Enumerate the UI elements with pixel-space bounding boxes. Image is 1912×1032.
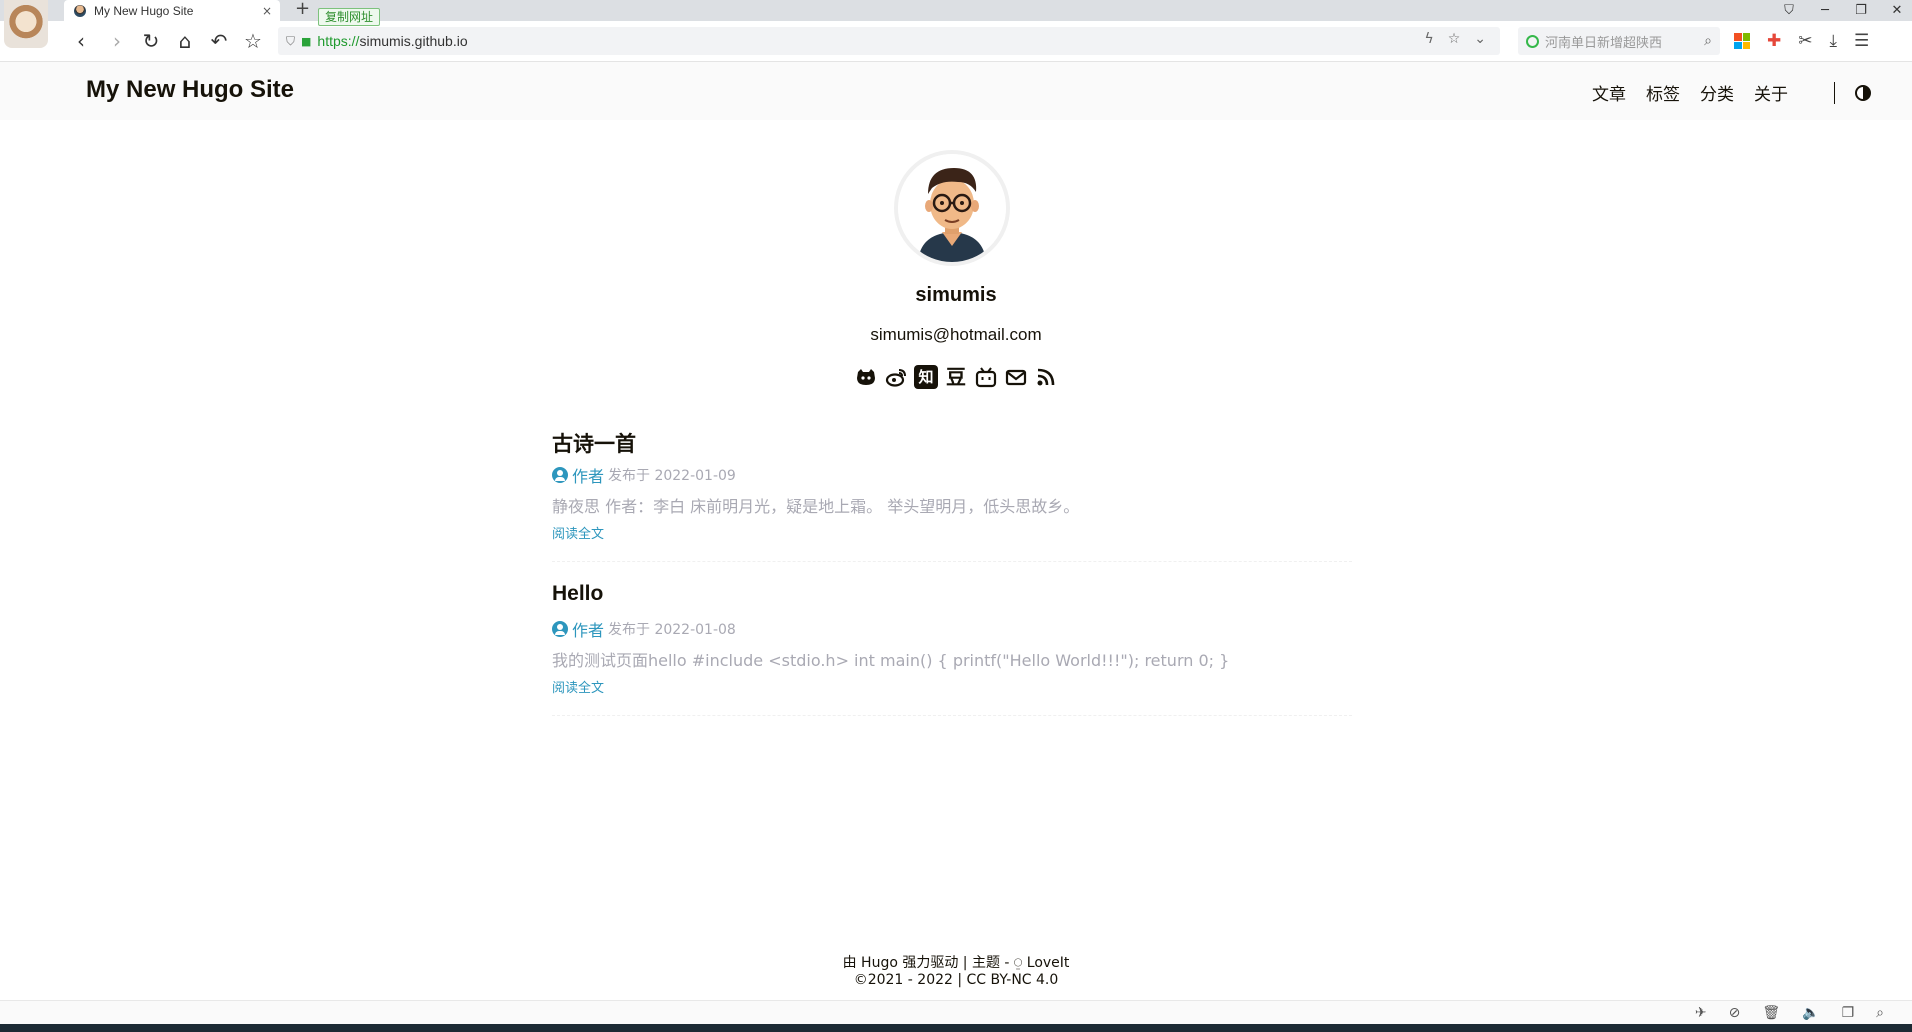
browser-app-logo-icon[interactable] xyxy=(4,0,48,48)
chevron-down-icon[interactable]: ⌄ xyxy=(1474,31,1486,47)
lightning-icon[interactable]: ϟ xyxy=(1424,31,1433,47)
close-window-icon[interactable]: ✕ xyxy=(1890,3,1904,18)
volume-icon[interactable]: 🔈 xyxy=(1802,1005,1819,1021)
footer-powered-by[interactable]: 由 Hugo 强力驱动 | 主题 - ⍜ LoveIt xyxy=(0,952,1912,972)
menu-item-tags[interactable]: 标签 xyxy=(1646,80,1680,105)
bilibili-icon[interactable] xyxy=(974,365,998,389)
read-more-link[interactable]: 阅读全文 xyxy=(552,523,1352,559)
avatar xyxy=(898,154,1006,262)
bookmark-star-icon[interactable]: ☆ xyxy=(242,30,264,52)
search-placeholder: 河南单日新增超陕西 xyxy=(1545,35,1663,51)
theme-toggle-icon[interactable] xyxy=(1855,85,1871,101)
post-date: 发布于 2022-01-09 xyxy=(608,468,736,484)
browser-toolbar: ‹ › ↻ ⌂ ↶ ☆ ⛉ ■ https://simumis.github.i… xyxy=(0,21,1912,62)
avatar-favicon-icon xyxy=(74,4,86,17)
url-text: https://simumis.github.io xyxy=(317,33,467,49)
menu-item-categories[interactable]: 分类 xyxy=(1700,80,1734,105)
site-title[interactable]: My New Hugo Site xyxy=(86,76,294,104)
post-meta: 作者 发布于 2022-01-09 xyxy=(552,464,1352,486)
rocket-icon[interactable]: ✈ xyxy=(1695,1005,1707,1021)
post-summary: 静夜思 作者：李白 床前明月光，疑是地上霜。 举头望明月，低头思故乡。 xyxy=(552,497,1080,516)
author-icon xyxy=(552,467,568,483)
zoom-icon[interactable]: ⌕ xyxy=(1876,1005,1884,1021)
social-links: 知 豆 xyxy=(0,365,1912,389)
post-title[interactable]: Hello xyxy=(552,582,1352,612)
menu-icon[interactable]: ☰ xyxy=(1854,31,1869,51)
taskbar-strip xyxy=(0,1024,1912,1032)
trash-icon[interactable]: 🗑 xyxy=(1762,1005,1780,1021)
post-card: Hello 作者 发布于 2022-01-08 我的测试页面hello #inc… xyxy=(552,582,1352,716)
profile-name: simumis xyxy=(915,284,997,306)
search-input[interactable]: 河南单日新增超陕西 ⌕ xyxy=(1518,27,1720,55)
address-actions: ϟ ☆ ⌄ xyxy=(1424,31,1486,47)
site-header: My New Hugo Site 文章 标签 分类 关于 xyxy=(0,62,1912,120)
site-menu: 文章 标签 分类 关于 xyxy=(1592,80,1788,105)
download-icon[interactable]: ⤓ xyxy=(1830,31,1838,51)
copy-url-button[interactable]: 复制网址 xyxy=(318,8,381,26)
post-card: 古诗一首 作者 发布于 2022-01-09 静夜思 作者：李白 床前明月光，疑… xyxy=(552,428,1352,562)
reload-icon[interactable]: ↻ xyxy=(140,30,162,52)
tab-title: My New Hugo Site xyxy=(94,3,194,18)
post-summary: 我的测试页面hello #include <stdio.h> int main(… xyxy=(552,651,1230,670)
browser-status-bar: ✈ ⊘ 🗑 🔈 ❐ ⌕ xyxy=(0,1000,1912,1024)
lock-icon: ■ xyxy=(301,34,312,48)
menu-divider xyxy=(1834,82,1835,104)
restore-icon[interactable]: ❐ xyxy=(1854,3,1868,18)
douban-icon[interactable]: 豆 xyxy=(944,365,968,389)
menu-item-posts[interactable]: 文章 xyxy=(1592,80,1626,105)
back-icon[interactable]: ‹ xyxy=(70,30,92,52)
home-icon[interactable]: ⌂ xyxy=(174,30,196,52)
avatar-illustration xyxy=(898,154,1006,262)
status-icons: ✈ ⊘ 🗑 🔈 ❐ ⌕ xyxy=(1695,1005,1884,1021)
window-icon[interactable]: ❐ xyxy=(1842,1005,1855,1021)
rss-icon[interactable] xyxy=(1034,365,1058,389)
block-icon[interactable]: ⊘ xyxy=(1729,1005,1741,1021)
url-host: simumis.github.io xyxy=(359,33,468,49)
undo-close-icon[interactable]: ↶ xyxy=(208,30,230,52)
browser-tab[interactable]: My New Hugo Site × xyxy=(64,0,280,21)
browser-tab-bar: My New Hugo Site × + ⛉ ─ ❐ ✕ xyxy=(0,0,1912,48)
zhihu-icon[interactable]: 知 xyxy=(914,365,938,389)
forward-icon[interactable]: › xyxy=(106,30,128,52)
post-title[interactable]: 古诗一首 xyxy=(552,428,1352,458)
window-controls: ⛉ ─ ❐ ✕ xyxy=(1782,0,1904,21)
scissors-icon[interactable]: ✂ xyxy=(1798,31,1812,51)
extension-icons: ✚ ✂ ⤓ ☰ xyxy=(1734,31,1869,51)
skin-icon[interactable]: ⛉ xyxy=(1782,3,1796,18)
read-more-link[interactable]: 阅读全文 xyxy=(552,677,1352,713)
favorite-star-icon[interactable]: ☆ xyxy=(1448,31,1461,47)
profile-email: simumis@hotmail.com xyxy=(870,325,1042,344)
weibo-icon[interactable] xyxy=(884,365,908,389)
minimize-icon[interactable]: ─ xyxy=(1818,3,1832,18)
game-controller-icon[interactable]: ✚ xyxy=(1767,31,1781,51)
search-icon[interactable]: ⌕ xyxy=(1704,33,1712,49)
url-scheme: https:// xyxy=(317,33,360,49)
footer-copyright: ©2021 - 2022 | CC BY-NC 4.0 xyxy=(853,972,1059,988)
post-author[interactable]: 作者 xyxy=(572,617,604,641)
email-icon[interactable] xyxy=(1004,365,1028,389)
post-date: 发布于 2022-01-08 xyxy=(608,622,736,638)
new-tab-button[interactable]: + xyxy=(295,0,310,19)
github-icon[interactable] xyxy=(854,365,878,389)
address-bar[interactable]: ⛉ ■ https://simumis.github.io ϟ ☆ ⌄ xyxy=(278,27,1500,55)
menu-item-about[interactable]: 关于 xyxy=(1754,80,1788,105)
post-meta: 作者 发布于 2022-01-08 xyxy=(552,618,1352,640)
apps-grid-icon[interactable] xyxy=(1734,33,1750,49)
search-engine-icon xyxy=(1526,34,1539,48)
author-icon xyxy=(552,621,568,637)
tab-close-icon[interactable]: × xyxy=(262,4,272,18)
security-shield-icon: ⛉ xyxy=(286,33,296,48)
post-author[interactable]: 作者 xyxy=(572,463,604,487)
